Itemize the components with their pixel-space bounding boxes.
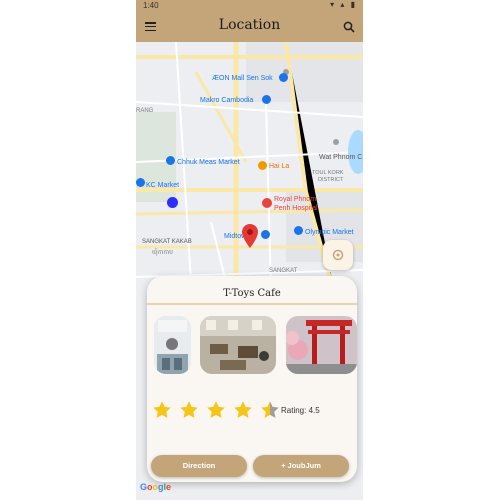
restaurant-icon[interactable] xyxy=(258,161,267,170)
status-icons: ▾ ▴ ▮ xyxy=(330,0,357,9)
google-logo: Google xyxy=(140,482,172,492)
place-card: T-Toys Cafe Rating: 4.5 Direction + Joub… xyxy=(147,276,357,482)
shopping-icon[interactable] xyxy=(136,178,145,187)
place-photo-2[interactable] xyxy=(200,316,276,374)
shopping-icon[interactable] xyxy=(261,230,270,239)
area-kakab-khmer-label: ឃុំកាកាប xyxy=(152,250,173,256)
search-icon[interactable] xyxy=(343,21,355,33)
crosshair-icon xyxy=(332,249,344,261)
location-pin-icon[interactable] xyxy=(242,224,258,248)
poi-makro-label[interactable]: Makro Cambodia xyxy=(200,97,253,104)
my-location-button[interactable] xyxy=(323,240,353,270)
place-photo-1[interactable] xyxy=(154,316,191,374)
district-label: TOUL KORK xyxy=(312,170,344,176)
poi-kc-label[interactable]: KC Market xyxy=(146,182,179,189)
shopping-icon[interactable] xyxy=(262,95,271,104)
divider xyxy=(147,303,357,305)
poi-aeon-label[interactable]: ÆON Mall Sen Sok xyxy=(212,75,273,82)
shopping-icon[interactable] xyxy=(166,156,175,165)
area-sangkat-label: SANGKAT xyxy=(269,268,298,274)
district-label-2: DISTRICT xyxy=(318,177,344,183)
hospital-icon[interactable] xyxy=(262,198,272,208)
status-bar: 1:40 ▾ ▴ ▮ xyxy=(136,0,363,12)
poi-royal-label-2[interactable]: Penh Hospital xyxy=(274,205,318,212)
star-full-icon xyxy=(207,401,225,418)
place-title: T-Toys Cafe xyxy=(223,288,281,299)
star-full-icon xyxy=(234,401,252,418)
area-rang-label: RANG xyxy=(136,108,154,114)
current-location-dot xyxy=(167,197,178,208)
poi-royal-label-1[interactable]: Royal Phnom xyxy=(274,196,316,203)
area-kakab-label: SANGKAT KAKAB xyxy=(142,239,192,245)
shopping-icon[interactable] xyxy=(279,73,288,82)
status-time: 1:40 xyxy=(143,1,159,10)
star-full-icon xyxy=(153,401,171,418)
poi-olympic-label[interactable]: Olympic Market xyxy=(305,229,354,236)
page-title: Location xyxy=(218,17,281,33)
poi-chhuk-label[interactable]: Chhuk Meas Market xyxy=(177,159,240,166)
app-bar: 1:40 ▾ ▴ ▮ Location xyxy=(136,0,363,42)
shopping-icon[interactable] xyxy=(294,226,303,235)
poi-haila-label[interactable]: Hai La xyxy=(269,163,289,170)
star-full-icon xyxy=(180,401,198,418)
star-half-icon xyxy=(261,401,279,418)
direction-button[interactable]: Direction xyxy=(151,455,247,477)
place-photo-3[interactable] xyxy=(286,316,357,374)
poi-watphnom-label: Wat Phnom C xyxy=(319,154,363,161)
rating-text: Rating: 4.5 xyxy=(281,406,320,415)
join-button[interactable]: + JoubJum xyxy=(253,455,349,477)
